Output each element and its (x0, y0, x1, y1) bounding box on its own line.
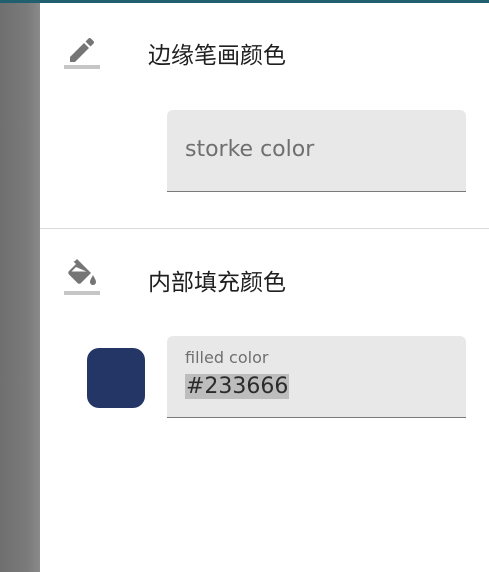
stroke-color-title: 边缘笔画颜色 (148, 43, 286, 69)
fill-color-title: 内部填充颜色 (148, 270, 286, 296)
stroke-color-field[interactable]: storke color (167, 110, 466, 192)
fill-color-field[interactable]: filled color #233666 (167, 336, 466, 418)
fill-color-label: filled color (185, 348, 269, 367)
stroke-color-placeholder: storke color (185, 137, 315, 162)
fill-color-value[interactable]: #233666 (185, 374, 290, 399)
section-divider (40, 228, 489, 229)
overlay-scrim (0, 3, 40, 572)
pencil-icon (64, 31, 100, 71)
fill-color-swatch[interactable] (87, 348, 145, 408)
paint-bucket-icon (64, 257, 100, 297)
color-settings-panel: 边缘笔画颜色 storke color 内部填充颜色 filled color … (40, 3, 489, 572)
